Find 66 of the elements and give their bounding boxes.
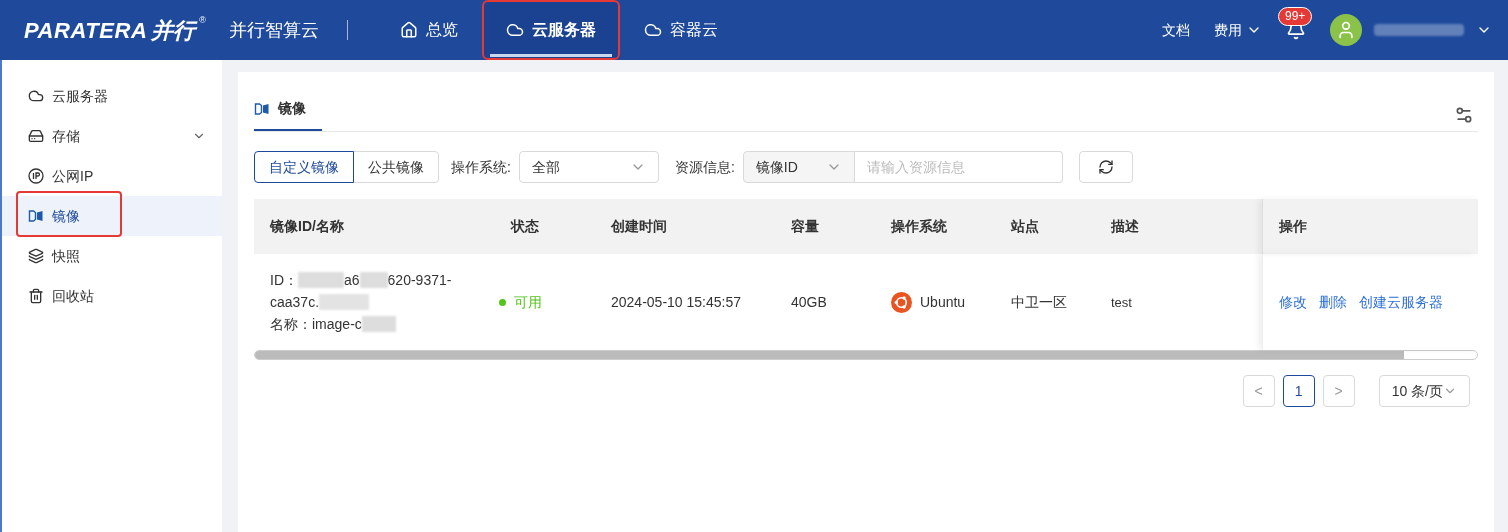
action-link[interactable]: 创建云服务器 [1359,291,1443,313]
page-tab[interactable]: 镜像 [254,98,322,131]
sidebar-item[interactable]: 公网IP [2,156,222,196]
nav-tab[interactable]: 云服务器 [482,0,620,60]
redacted-mark [319,294,370,310]
notification-badge: 99+ [1278,7,1313,26]
cloud-icon [506,21,524,39]
refresh-button[interactable] [1078,151,1133,183]
os-logo-icon [891,291,912,313]
resource-type-select[interactable]: 镜像ID [742,151,855,183]
column-header: 容量 [791,218,819,234]
column-settings-icon[interactable] [1454,105,1474,125]
page-button[interactable]: 1 [1282,375,1315,407]
home-icon [400,21,418,39]
id-fragment: a6 [344,271,360,290]
table-cell: 2024-05-10 15:45:57 [611,293,741,310]
cloud-icon [28,88,44,104]
table-cell: 中卫一区 [1011,293,1067,310]
billing-menu[interactable]: 费用 [1214,19,1262,41]
product-name: 并行智算云 [229,18,319,42]
sidebar-item[interactable]: 存储 [2,116,222,156]
column-header: 镜像ID/名称 [270,218,344,234]
search-field[interactable]: 请输入资源信息 [854,151,1063,183]
sidebar-item[interactable]: 云服务器 [2,76,222,116]
logo-text: 并行 [151,16,196,45]
logo-text: PARATERA [24,16,148,45]
cloud-icon [644,21,662,39]
redacted-mark [361,316,396,332]
column-header: 状态 [511,218,539,234]
ip-icon [28,168,44,184]
table-cell: test [1111,294,1132,310]
image-name: 名称：image-c [270,315,362,334]
filter-label: 资源信息: [674,157,735,177]
column-header: 创建时间 [611,218,667,234]
table-cell-text: Ubuntu [920,292,966,312]
layers-icon [28,248,44,264]
id-label: ID： [270,271,298,290]
sidebar-item[interactable]: 快照 [2,236,222,276]
refresh-icon [1097,159,1114,175]
id-fragment: caa37c. [270,293,320,312]
sidebar-item[interactable]: 回收站 [2,276,222,316]
os-select[interactable]: 全部 [518,151,659,183]
trash-icon [28,288,44,304]
action-link[interactable]: 删除 [1319,291,1347,313]
logo-mark: ® [199,13,206,27]
docs-link[interactable]: 文档 [1162,19,1190,41]
filter-label: 操作系统: [451,157,511,177]
redacted-mark [359,272,388,288]
segment-button[interactable]: 自定义镜像 [254,151,354,183]
column-header: 操作 [1279,217,1307,236]
image-icon [254,100,270,117]
avatar[interactable] [1330,14,1362,46]
column-header: 描述 [1111,218,1139,234]
nav-tab[interactable]: 容器云 [620,0,742,60]
column-header: 站点 [1011,218,1039,234]
id-fragment: 620-9371- [387,271,452,290]
nav-tab[interactable]: 总览 [376,0,482,60]
page-size-select[interactable]: 10 条/页 [1378,375,1470,407]
table-cell: 40GB [791,293,827,310]
segment-button[interactable]: 公共镜像 [353,151,439,183]
redacted-mark [298,272,344,288]
action-link[interactable]: 修改 [1279,291,1307,313]
user-icon [1336,20,1356,40]
status-text: 可用 [514,292,542,312]
image-icon [28,208,44,224]
column-header: 操作系统 [891,218,947,234]
